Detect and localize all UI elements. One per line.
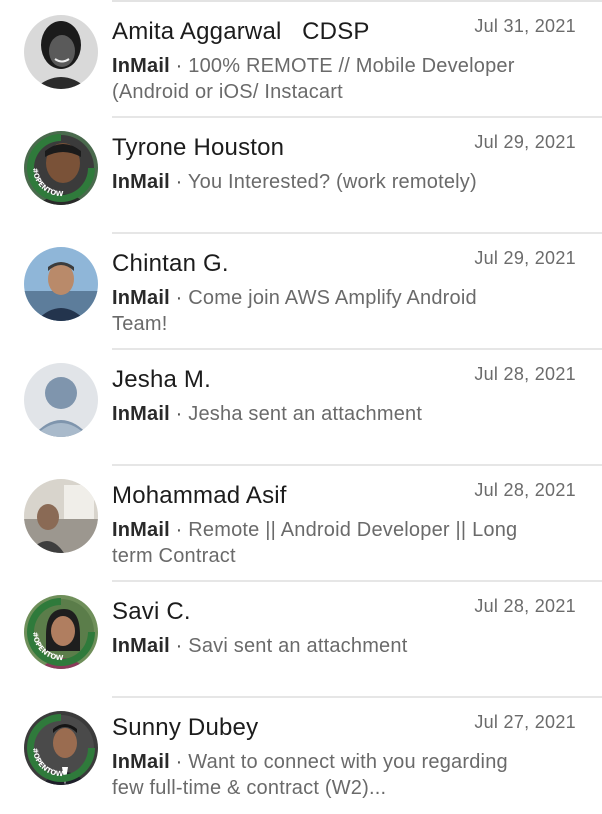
sender-name: Jesha M.: [112, 366, 211, 393]
message-preview: InMail · 100% REMOTE // Mobile Developer…: [112, 53, 532, 105]
message-row[interactable]: Jesha M. Jul 28, 2021 InMail · Jesha sen…: [0, 350, 602, 466]
avatar[interactable]: #OPENTOWORK: [24, 131, 98, 205]
separator: ·: [175, 171, 183, 193]
inmail-tag: InMail: [112, 287, 170, 309]
avatar[interactable]: #OPENTOWORK: [24, 595, 98, 669]
message-snippet: You Interested? (work remotely): [187, 171, 477, 193]
message-snippet: Remote || Android Developer || Long term…: [112, 519, 518, 567]
separator: ·: [175, 403, 183, 425]
inmail-tag: InMail: [112, 403, 170, 425]
message-date: Jul 29, 2021: [474, 248, 576, 268]
sender-name: Savi C.: [112, 598, 191, 625]
message-snippet: 100% REMOTE // Mobile Developer (Android…: [112, 55, 515, 103]
avatar[interactable]: #OPENTOWORK: [24, 711, 98, 785]
separator: ·: [175, 751, 183, 773]
message-preview: InMail · Savi sent an attachment: [112, 633, 532, 659]
message-date: Jul 29, 2021: [474, 132, 576, 152]
inmail-tag: InMail: [112, 171, 170, 193]
message-snippet: Jesha sent an attachment: [188, 403, 423, 425]
message-row[interactable]: Amita Aggarwal CDSP Jul 31, 2021 InMail …: [0, 2, 602, 118]
separator: ·: [175, 519, 183, 541]
message-date: Jul 28, 2021: [474, 596, 576, 616]
avatar[interactable]: [24, 363, 98, 437]
avatar[interactable]: [24, 247, 98, 321]
message-row[interactable]: #OPENTOWORK Tyrone Houston Jul 29, 2021 …: [0, 118, 602, 234]
message-preview: InMail · Remote || Android Developer || …: [112, 517, 532, 569]
message-row[interactable]: Mohammad Asif Jul 28, 2021 InMail · Remo…: [0, 466, 602, 582]
message-date: Jul 27, 2021: [474, 712, 576, 732]
message-snippet: Want to connect with you regarding few f…: [112, 751, 508, 799]
message-row[interactable]: #OPENTOWORK Sunny Dubey Jul 27, 2021 InM…: [0, 698, 602, 814]
inmail-tag: InMail: [112, 635, 170, 657]
sender-name: Chintan G.: [112, 250, 229, 277]
message-date: Jul 31, 2021: [474, 16, 576, 36]
message-snippet: Savi sent an attachment: [188, 635, 408, 657]
sender-name: Mohammad Asif: [112, 482, 287, 509]
avatar[interactable]: [24, 15, 98, 89]
sender-name: Sunny Dubey: [112, 714, 259, 741]
message-date: Jul 28, 2021: [474, 480, 576, 500]
separator: ·: [175, 635, 183, 657]
message-preview: InMail · Jesha sent an attachment: [112, 401, 532, 427]
avatar[interactable]: [24, 479, 98, 553]
message-preview: InMail · You Interested? (work remotely): [112, 169, 532, 195]
message-row[interactable]: #OPENTOWORK Savi C. Jul 28, 2021 InMail …: [0, 582, 602, 698]
message-preview: InMail · Want to connect with you regard…: [112, 749, 532, 801]
separator: ·: [175, 55, 183, 77]
message-list: Amita Aggarwal CDSP Jul 31, 2021 InMail …: [0, 0, 602, 800]
inmail-tag: InMail: [112, 519, 170, 541]
inmail-tag: InMail: [112, 751, 170, 773]
separator: ·: [175, 287, 183, 309]
sender-name: Amita Aggarwal CDSP: [112, 18, 370, 45]
message-date: Jul 28, 2021: [474, 364, 576, 384]
message-row[interactable]: Chintan G. Jul 29, 2021 InMail · Come jo…: [0, 234, 602, 350]
sender-name: Tyrone Houston: [112, 134, 285, 161]
default-person-icon: [24, 363, 98, 437]
message-preview: InMail · Come join AWS Amplify Android T…: [112, 285, 532, 337]
inmail-tag: InMail: [112, 55, 170, 77]
